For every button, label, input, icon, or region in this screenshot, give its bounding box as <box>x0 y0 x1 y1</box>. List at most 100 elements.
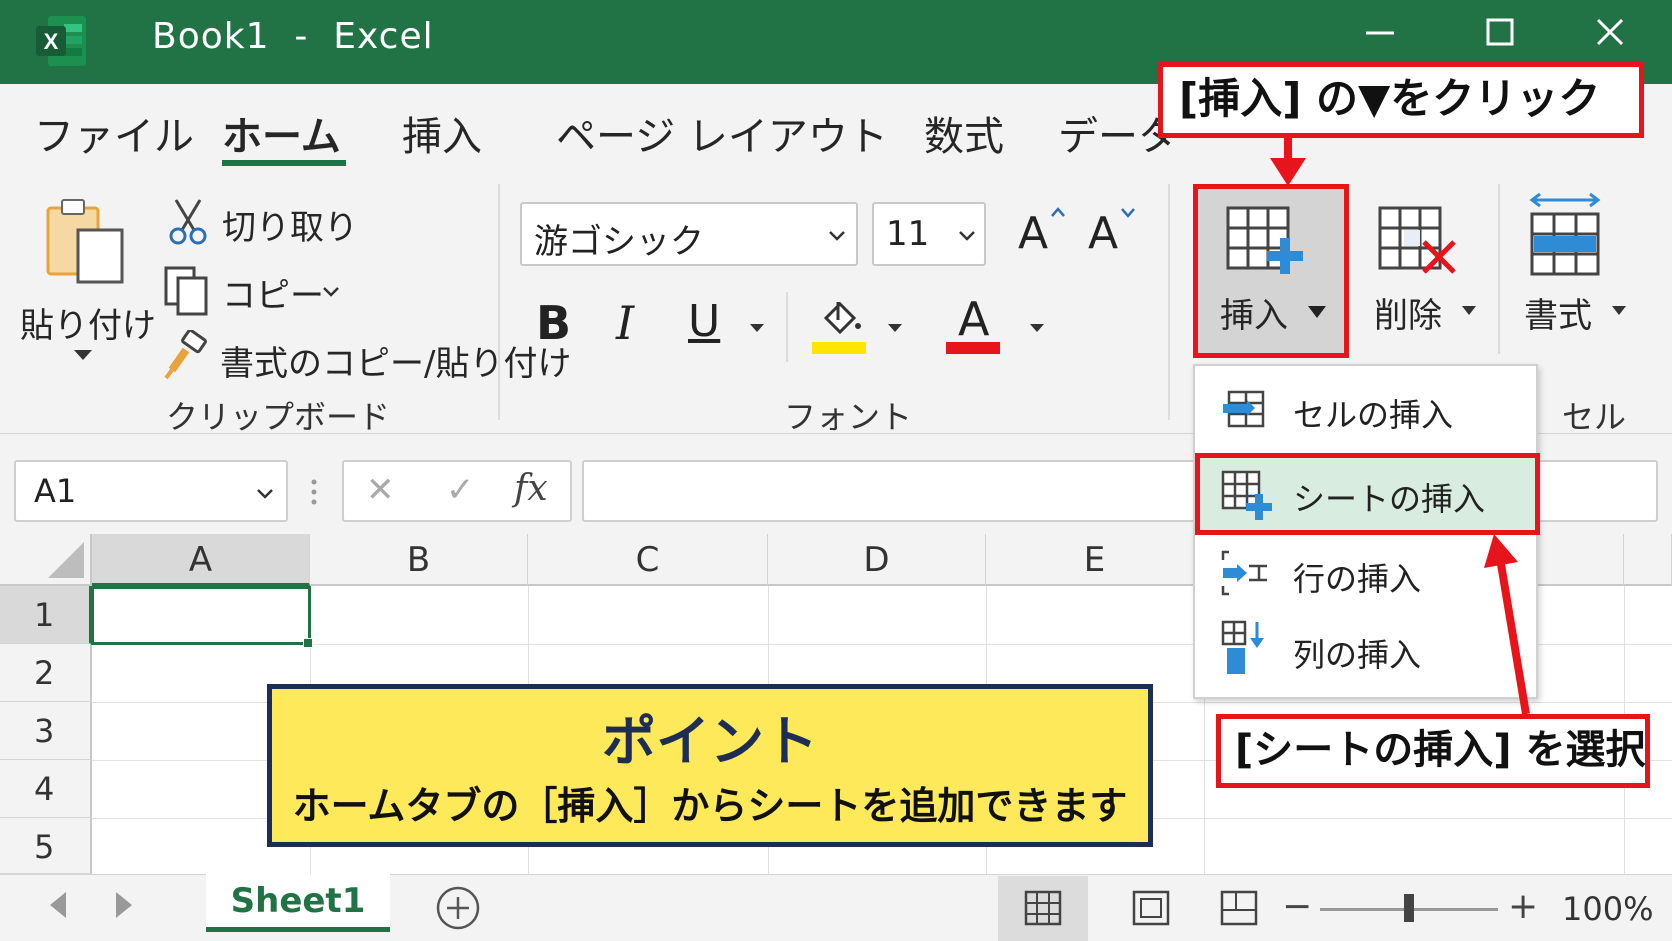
page-break-view-button[interactable] <box>1200 876 1280 941</box>
copy-icon <box>164 266 208 316</box>
fill-handle[interactable] <box>303 638 313 648</box>
column-header-c[interactable]: C <box>528 534 768 586</box>
group-separator <box>1168 184 1170 420</box>
bold-button[interactable]: B <box>536 296 586 356</box>
selected-cell-a1[interactable] <box>91 586 311 645</box>
tab-insert[interactable]: 挿入 <box>402 104 482 162</box>
column-header-g[interactable] <box>1624 534 1672 586</box>
menu-item-insert-cells[interactable]: セルの挿入 <box>1195 372 1536 448</box>
zoom-out-button[interactable]: − <box>1282 886 1312 927</box>
name-box[interactable]: A1 <box>14 460 288 522</box>
format-button[interactable]: 書式 <box>1512 188 1662 354</box>
copy-label: コピー <box>222 276 324 316</box>
group-separator <box>498 184 500 420</box>
column-header-e[interactable]: E <box>986 534 1204 586</box>
cancel-entry-button[interactable]: ✕ <box>366 470 395 510</box>
tab-formulas[interactable]: 数式 <box>924 104 1004 162</box>
font-group-label: フォント <box>784 398 913 436</box>
grow-font-button[interactable]: A <box>1014 204 1074 264</box>
tab-page-layout[interactable]: ページ レイアウト <box>556 104 888 162</box>
more-options-icon[interactable] <box>308 474 320 510</box>
shrink-font-button[interactable]: A <box>1084 204 1144 264</box>
format-painter-button[interactable]: 書式のコピー/貼り付け <box>162 330 571 384</box>
font-color-dropdown-icon[interactable] <box>1028 322 1046 334</box>
column-header-d[interactable]: D <box>768 534 986 586</box>
sheet-tab-sheet1[interactable]: Sheet1 <box>206 874 390 932</box>
callout-select-insert-sheet: [シートの挿入] を選択 <box>1216 714 1650 788</box>
add-sheet-icon[interactable] <box>434 884 482 932</box>
paste-button[interactable]: 貼り付け <box>20 192 156 372</box>
excel-logo-icon: X <box>36 16 86 66</box>
clipboard-group-label: クリップボード <box>166 398 391 436</box>
formula-buttons: ✕ ✓ fx <box>342 460 572 522</box>
callout-click-insert-arrow: [挿入] の▼をクリック <box>1158 62 1644 138</box>
chevron-down-icon <box>257 489 273 499</box>
fill-color-dropdown-icon[interactable] <box>886 322 904 334</box>
shrink-font-label: A <box>1088 208 1119 259</box>
select-all-button[interactable] <box>0 534 92 586</box>
delete-button[interactable]: 削除 <box>1362 188 1502 354</box>
insert-button-highlight <box>1193 184 1349 358</box>
underline-dropdown-icon[interactable] <box>748 322 766 334</box>
insert-sheet-highlight <box>1195 453 1540 535</box>
zoom-slider-thumb[interactable] <box>1404 894 1414 922</box>
column-header-a[interactable]: A <box>92 534 310 586</box>
menu-item-label: セルの挿入 <box>1293 396 1454 434</box>
normal-view-button[interactable] <box>998 876 1088 941</box>
row-header-5[interactable]: 5 <box>0 818 92 874</box>
point-body: ホームタブの［挿入］からシートを追加できます <box>292 784 1128 828</box>
menu-item-label: 列の挿入 <box>1293 636 1422 674</box>
callout-arrow-down-icon <box>1270 136 1306 186</box>
insert-function-button[interactable]: fx <box>514 468 548 509</box>
scroll-left-icon[interactable] <box>46 888 70 922</box>
scroll-right-icon[interactable] <box>112 888 136 922</box>
format-painter-icon <box>164 330 207 380</box>
delete-cells-icon <box>1378 206 1456 274</box>
font-color-label: A <box>958 292 990 346</box>
point-title: ポイント <box>602 710 818 773</box>
paint-bucket-icon <box>823 301 861 335</box>
page-layout-icon <box>1132 890 1170 926</box>
callout-arrow-up-icon <box>1484 534 1530 715</box>
insert-cells-icon <box>1223 390 1265 428</box>
paste-icon <box>46 199 124 284</box>
font-name-dropdown[interactable]: 游ゴシック <box>520 202 858 266</box>
format-cells-icon <box>1529 192 1601 276</box>
chevron-down-icon <box>1462 306 1476 315</box>
font-name-value: 游ゴシック <box>534 222 704 262</box>
font-size-dropdown[interactable]: 11 <box>872 202 986 266</box>
italic-button[interactable]: I <box>616 296 666 356</box>
normal-view-icon <box>1024 890 1062 926</box>
paste-label: 貼り付け <box>20 306 156 346</box>
tab-home[interactable]: ホーム <box>222 104 341 162</box>
logo-letter: X <box>44 29 59 54</box>
delete-label: 削除 <box>1374 296 1442 336</box>
chevron-down-icon <box>74 350 92 360</box>
scissors-icon <box>169 199 207 245</box>
chevron-down-icon <box>829 231 845 241</box>
confirm-entry-button[interactable]: ✓ <box>446 470 475 510</box>
fill-color-button[interactable] <box>810 296 868 358</box>
cells-group-label: セル <box>1562 398 1627 436</box>
zoom-in-button[interactable]: + <box>1508 886 1538 927</box>
zoom-level[interactable]: 100% <box>1562 890 1653 928</box>
copy-button[interactable]: コピー <box>162 262 362 316</box>
row-header-2[interactable]: 2 <box>0 644 92 702</box>
font-color-swatch <box>946 342 1000 354</box>
tab-file[interactable]: ファイル <box>34 104 194 162</box>
insert-columns-icon <box>1221 620 1264 674</box>
name-box-value: A1 <box>34 472 77 510</box>
underline-button[interactable]: U <box>688 296 732 356</box>
fill-color-swatch <box>812 342 866 354</box>
page-layout-view-button[interactable] <box>1110 876 1190 941</box>
row-header-4[interactable]: 4 <box>0 760 92 818</box>
point-note-box: ポイント ホームタブの［挿入］からシートを追加できます <box>267 684 1153 847</box>
row-header-3[interactable]: 3 <box>0 702 92 760</box>
column-header-b[interactable]: B <box>310 534 528 586</box>
font-color-button[interactable]: A <box>944 292 1002 358</box>
cut-button[interactable]: 切り取り <box>166 196 366 248</box>
row-header-1[interactable]: 1 <box>0 586 92 644</box>
window-title: Book1 - Excel <box>152 16 434 57</box>
caret-up-icon <box>1051 207 1065 217</box>
format-painter-label: 書式のコピー/貼り付け <box>220 344 572 384</box>
